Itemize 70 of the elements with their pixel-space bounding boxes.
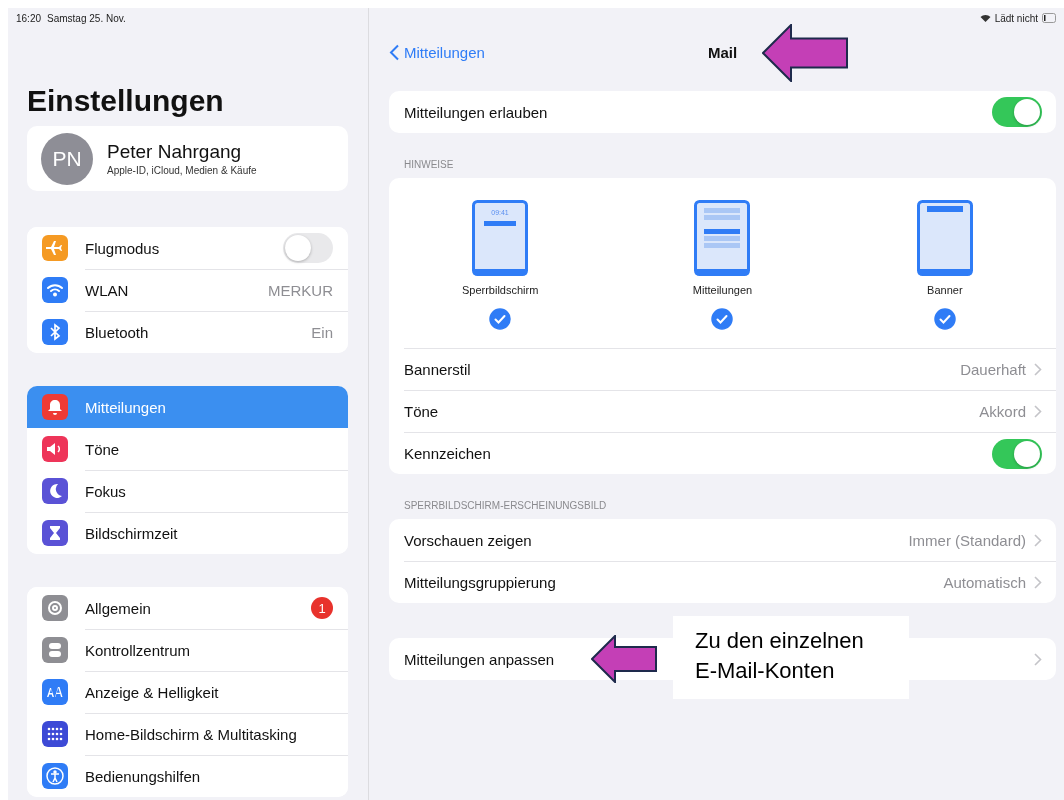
row-label: Bannerstil <box>404 361 472 378</box>
row-label: Vorschauen zeigen <box>404 531 533 549</box>
chevron-icon <box>1034 533 1042 547</box>
item-value: Ein <box>311 324 333 341</box>
checkmark-circle[interactable] <box>489 308 512 330</box>
moon-icon <box>42 478 68 504</box>
checkmark-circle[interactable] <box>711 308 734 330</box>
speaker-icon <box>42 436 68 462</box>
item-value: MERKUR <box>268 282 333 299</box>
item-label: Anzeige & Helligkeit <box>85 684 220 701</box>
alert-style-label: Banner <box>927 284 963 296</box>
hourglass-icon <box>42 520 68 546</box>
switches-icon <box>42 637 68 663</box>
accessibility-icon <box>42 763 68 789</box>
page-title: Mail <box>707 43 738 61</box>
checkmark-circle[interactable] <box>933 308 956 330</box>
bluetooth-icon <box>42 319 68 345</box>
device-preview-icon[interactable] <box>916 200 973 276</box>
toggle-switch[interactable] <box>283 233 333 263</box>
item-label: Töne <box>85 440 121 458</box>
status-time: 16:20 <box>16 12 42 24</box>
bell-icon <box>42 394 68 420</box>
device-preview-icon[interactable] <box>694 200 751 276</box>
chevron-icon <box>1034 363 1042 376</box>
wifi-icon <box>979 14 991 22</box>
sidebar-title: Einstellungen <box>27 84 225 118</box>
battery-icon <box>1042 13 1056 23</box>
row-label: Mitteilungsgruppierung <box>404 574 557 591</box>
avatar: PN <box>41 132 93 185</box>
section-header: SPERRBILDSCHIRM-ERSCHEINUNGSBILD <box>403 500 608 513</box>
notification-badge: 1 <box>311 597 333 619</box>
back-link[interactable]: Mitteilungen <box>389 43 485 61</box>
item-label: Bluetooth <box>85 324 150 341</box>
charging-status: Lädt nicht <box>994 12 1038 24</box>
alert-style-label: Sperrbildschirm <box>461 284 539 296</box>
wifi-icon <box>42 277 68 303</box>
item-label: Mitteilungen <box>85 398 167 416</box>
row-value: Akkord <box>979 403 1026 420</box>
airplane-icon <box>42 235 68 261</box>
item-label: Bildschirmzeit <box>85 525 179 542</box>
item-label: Kontrollzentrum <box>85 642 192 659</box>
chevron-icon <box>1034 652 1042 666</box>
row-value: Dauerhaft <box>960 361 1026 378</box>
chevron-icon <box>1034 576 1042 589</box>
alert-style-label: Mitteilungen <box>692 284 753 296</box>
item-label: Home-Bildschirm & Multitasking <box>85 726 298 743</box>
item-label: Allgemein <box>85 599 152 617</box>
toggle-switch[interactable] <box>992 97 1042 127</box>
profile-name: Peter Nahrgang <box>107 141 243 163</box>
row-label: Töne <box>404 403 440 420</box>
section-header: HINWEISE <box>403 159 455 172</box>
row-value: Immer (Standard) <box>908 531 1026 549</box>
item-label: Fokus <box>85 483 127 500</box>
back-chevron-icon <box>389 43 400 61</box>
row-label: Kennzeichen <box>404 445 492 462</box>
text-size-icon <box>42 679 68 705</box>
item-label: Bedienungshilfen <box>85 768 202 785</box>
row-value: Automatisch <box>943 574 1026 591</box>
callout-note: Zu den einzelnen E-Mail-Konten <box>673 616 909 699</box>
status-date: Samstag 25. Nov. <box>47 12 126 24</box>
profile-card[interactable]: PN Peter Nahrgang Apple-ID, iCloud, Medien & Käufe <box>27 126 348 191</box>
item-label: WLAN <box>85 282 130 299</box>
app-grid-icon <box>42 721 68 747</box>
row-label: Mitteilungen erlauben <box>404 103 549 121</box>
gear-icon <box>42 595 68 621</box>
profile-subtitle: Apple-ID, iCloud, Medien & Käufe <box>107 165 257 176</box>
item-label: Flugmodus <box>85 239 161 257</box>
chevron-icon <box>1034 405 1042 418</box>
row-label: Mitteilungen anpassen <box>404 650 556 668</box>
toggle-switch[interactable] <box>992 438 1042 469</box>
